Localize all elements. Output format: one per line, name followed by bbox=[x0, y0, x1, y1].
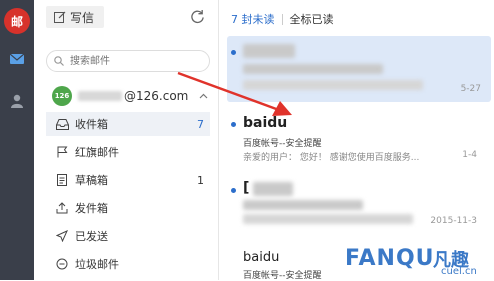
account-badge: 126 bbox=[52, 86, 72, 106]
folder-spam[interactable]: 垃圾邮件 bbox=[46, 252, 210, 276]
message-date: 2015-11-3 bbox=[430, 216, 477, 226]
refresh-icon[interactable] bbox=[190, 9, 205, 28]
folder-label: 发件箱 bbox=[75, 202, 108, 215]
draft-icon bbox=[54, 174, 70, 186]
mail-icon[interactable] bbox=[0, 54, 34, 64]
folder-flagged[interactable]: 红旗邮件 bbox=[46, 140, 210, 164]
logo-text: 邮 bbox=[10, 14, 23, 29]
folder-label: 垃圾邮件 bbox=[75, 258, 119, 271]
message-subject: 百度帐号--安全提醒 bbox=[243, 139, 322, 149]
message-date: 5-27 bbox=[460, 84, 481, 94]
redacted-subject bbox=[243, 64, 383, 74]
folder-inbox[interactable]: 收件箱 7 bbox=[46, 112, 210, 136]
message-sender: baidu bbox=[243, 250, 280, 265]
flag-icon bbox=[54, 146, 70, 158]
watermark: FANQU 凡趣 cuel.cn bbox=[345, 246, 491, 280]
message-date: 1-4 bbox=[462, 150, 477, 160]
message-sender: baidu bbox=[243, 115, 288, 131]
account-email: @126.com bbox=[124, 89, 189, 103]
contacts-icon[interactable] bbox=[0, 94, 34, 108]
folder-label: 草稿箱 bbox=[75, 174, 108, 187]
search-box[interactable] bbox=[46, 50, 210, 72]
message-list: 7 封未读 全标已读 5-27 baidu 百度帐号--安全提醒 亲爱的用户： … bbox=[219, 0, 494, 281]
redacted-subject bbox=[243, 200, 363, 210]
unread-dot bbox=[231, 188, 236, 193]
compose-icon bbox=[54, 11, 66, 23]
folder-count: 1 bbox=[197, 173, 204, 187]
folder-label: 已发送 bbox=[75, 230, 108, 243]
folder-label: 收件箱 bbox=[75, 118, 108, 131]
message-subject: 百度帐号--安全提醒 bbox=[243, 271, 322, 281]
message-item[interactable]: [ 2015-11-3 bbox=[227, 178, 491, 230]
divider bbox=[281, 13, 283, 25]
watermark-main: FANQU bbox=[345, 246, 435, 271]
redacted-sender bbox=[253, 182, 293, 196]
mark-all-read-link[interactable]: 全标已读 bbox=[290, 11, 334, 27]
spam-icon bbox=[54, 258, 70, 270]
chevron-up-icon[interactable] bbox=[199, 93, 208, 99]
app-logo[interactable]: 邮 bbox=[4, 8, 30, 34]
folder-outbox[interactable]: 发件箱 bbox=[46, 196, 210, 220]
folder-count: 7 bbox=[197, 117, 204, 131]
unread-count: 7 封未读 bbox=[231, 13, 275, 26]
folder-drafts[interactable]: 草稿箱 1 bbox=[46, 168, 210, 192]
message-item[interactable]: 5-27 bbox=[227, 36, 491, 102]
outbox-icon bbox=[54, 202, 70, 214]
message-snippet: 亲爱的用户： 您好！ 感谢您使用百度服务... bbox=[243, 153, 420, 163]
left-rail: 邮 bbox=[0, 0, 34, 280]
message-sender: [ bbox=[243, 180, 250, 196]
watermark-url: cuel.cn bbox=[441, 266, 477, 277]
message-item[interactable]: baidu 百度帐号--安全提醒 亲爱的用户： 您好！ 感谢您使用百度服务...… bbox=[227, 110, 491, 166]
unread-dot bbox=[231, 122, 236, 127]
compose-label: 写信 bbox=[70, 10, 95, 25]
redacted-snippet bbox=[243, 80, 423, 90]
folder-label: 红旗邮件 bbox=[75, 146, 119, 159]
list-header: 7 封未读 全标已读 bbox=[231, 11, 334, 27]
search-input[interactable] bbox=[68, 54, 202, 68]
redacted-sender bbox=[243, 44, 295, 58]
redacted-snippet bbox=[243, 214, 413, 224]
sent-icon bbox=[54, 230, 70, 242]
account-row[interactable]: 126 @126.com bbox=[52, 86, 212, 106]
account-name-redacted bbox=[78, 91, 122, 101]
folder-sent[interactable]: 已发送 bbox=[46, 224, 210, 248]
unread-dot bbox=[231, 50, 236, 55]
folder-panel: 写信 126 @126.com 收件箱 7 红旗邮件 草稿箱 1 发件箱 已发送… bbox=[34, 0, 219, 280]
compose-button[interactable]: 写信 bbox=[46, 6, 104, 28]
search-icon bbox=[54, 56, 64, 66]
inbox-icon bbox=[54, 118, 70, 130]
